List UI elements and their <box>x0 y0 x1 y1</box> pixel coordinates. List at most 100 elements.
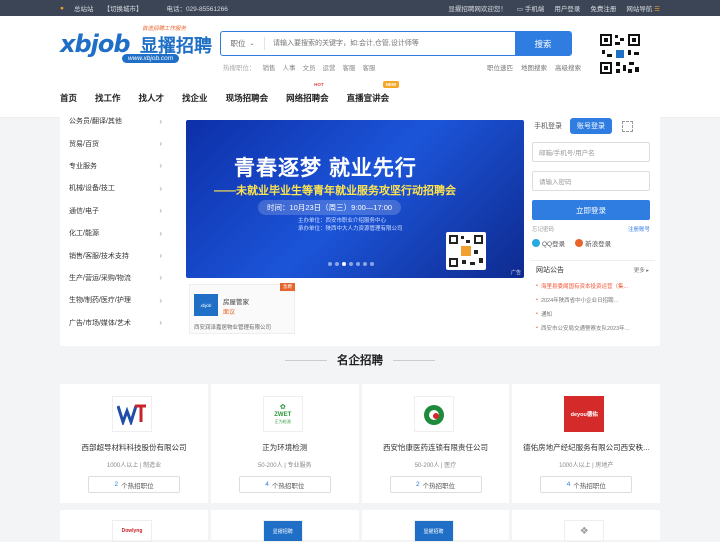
carousel-dot[interactable] <box>342 262 346 266</box>
hot-searches: 热搜职位： 销售 人事 文员 运营 客服 客服 <box>223 62 376 72</box>
forgot-password-link[interactable]: 忘记密码 <box>532 225 554 233</box>
company-card[interactable]: Dowlyng <box>60 510 208 542</box>
nav-home[interactable]: 首页 <box>60 92 77 104</box>
company-card[interactable]: deyou德佑 德佑房地产经纪服务有限公司西安秩... 1000人以上 | 房地… <box>512 384 660 503</box>
user-login-link[interactable]: 用户登录 <box>554 3 580 13</box>
category-item[interactable]: 机械/设备/技工 › <box>60 177 180 199</box>
free-register-link[interactable]: 免费注册 <box>590 3 616 13</box>
search-input[interactable] <box>265 32 515 55</box>
nav-live-talk[interactable]: 直播宣讲会 NEW <box>347 80 400 104</box>
company-name: 西部超导材料科技股份有限公司 <box>81 443 187 452</box>
register-link[interactable]: 注册账号 <box>628 225 650 233</box>
username-field[interactable]: 邮箱/手机号/用户名 <box>532 142 650 162</box>
category-item[interactable]: 通信/电子 › <box>60 200 180 222</box>
carousel-dot[interactable] <box>356 262 360 266</box>
current-site: 总站站 <box>73 6 94 13</box>
company-logo: ❖ <box>564 520 605 542</box>
search-button[interactable]: 搜索 <box>515 32 571 55</box>
company-card[interactable]: ❖ <box>512 510 660 542</box>
qr-login-icon[interactable] <box>622 120 633 132</box>
switch-city-link[interactable]: 【切换城市】 <box>103 3 142 13</box>
category-item[interactable]: 化工/能源 › <box>60 222 180 244</box>
category-item[interactable]: 公务员/翻译/其他 › <box>60 110 180 132</box>
company-logo: 显擢招聘 <box>413 520 454 542</box>
category-item[interactable]: 专业服务 › <box>60 155 180 177</box>
nav-online-fair[interactable]: 网络招聘会 HOT <box>286 82 329 104</box>
login-button[interactable]: 立即登录 <box>532 200 650 220</box>
nav-onsite-fair[interactable]: 现场招聘会 <box>226 92 269 104</box>
chevron-right-icon: › <box>159 318 162 328</box>
company-card[interactable]: 西部超导材料科技股份有限公司 1000人以上 | 制造业 2 个热招职位 <box>60 384 208 503</box>
category-item[interactable]: 贸易/百货 › <box>60 132 180 154</box>
nav-find-job[interactable]: 找工作 <box>95 92 121 104</box>
phone-text: 电话：029-85561266 <box>166 6 228 13</box>
notice-more-link[interactable]: 更多 ▸ <box>634 266 649 274</box>
hot-item[interactable]: 客服 <box>343 62 356 72</box>
site-nav-link[interactable]: 网站导航 ☰ <box>626 3 660 13</box>
search-category-select[interactable]: 职位 ⌄ <box>221 37 265 50</box>
category-item[interactable]: 广告/市场/媒体/艺术 › <box>60 312 180 334</box>
category-item[interactable]: 生物/制药/医疗/护理 › <box>60 289 180 311</box>
hot-jobs-button[interactable]: 4 个热招职位 <box>540 476 633 493</box>
category-item[interactable]: 生产/营运/采购/物流 › <box>60 267 180 289</box>
hero-banner[interactable]: 青春逐梦 就业先行 ——未就业毕业生等青年就业服务攻坚行动招聘会 时间：10月2… <box>186 120 524 278</box>
hot-item[interactable]: 人事 <box>283 62 296 72</box>
top-bar: ● 总站站 【切换城市】 电话：029-85561266 显擢招聘网欢迎您！ ▭… <box>0 0 720 16</box>
ad-label: 广告 <box>510 270 521 276</box>
company-card[interactable]: 显擢招聘 <box>210 510 359 542</box>
hot-badge: HOT <box>314 81 324 87</box>
hot-item[interactable]: 销售 <box>263 62 276 72</box>
site-logo[interactable]: 首选招聘工作服务 xbjob 显擢招聘 www.xbjob.com <box>60 24 212 66</box>
qq-login-link[interactable]: QQ登录 <box>532 238 565 248</box>
banner-host: 主办单位：西安市职业介绍服务中心 <box>298 218 387 224</box>
hot-item[interactable]: 运营 <box>323 62 336 72</box>
banner-time: 时间：10月23日（周三）9:00—17:00 <box>258 200 402 215</box>
company-logo <box>112 396 152 432</box>
company-card[interactable]: 西安怡康医药连锁有限责任公司 50-200人 | 医疗 2 个热招职位 <box>361 384 510 503</box>
company-card[interactable]: 显擢招聘 <box>361 510 510 542</box>
company-logo: Dowlyng <box>112 520 152 542</box>
menu-icon: ☰ <box>654 6 660 13</box>
carousel-dot[interactable] <box>328 262 332 266</box>
password-field[interactable]: 请输入密码 <box>532 171 650 191</box>
company-name: 西安润泽嘉居物业管理有限公司 <box>194 325 272 331</box>
qr-code-icon <box>449 235 483 267</box>
map-search-link[interactable]: 地图搜索 <box>521 62 547 72</box>
tab-account-login[interactable]: 账号登录 <box>570 118 612 134</box>
company-logo: 显擢招聘 <box>262 520 303 542</box>
nav-find-talent[interactable]: 找人才 <box>139 92 165 104</box>
tab-mobile-login[interactable]: 手机登录 <box>534 121 562 131</box>
urgent-job-card[interactable]: 急聘 xbjob 房屋管家 面议 西安润泽嘉居物业管理有限公司 <box>189 283 295 334</box>
banner-subtitle: ——未就业毕业生等青年就业服务攻坚行动招聘会 <box>214 185 456 197</box>
notice-item[interactable]: • 西安市公安局交通警察支队2023年... <box>530 321 655 335</box>
notice-item[interactable]: • 海里县委阁国有资本投资运营（集... <box>530 279 655 293</box>
carousel-dot[interactable] <box>363 262 367 266</box>
hot-item[interactable]: 客服 <box>363 62 376 72</box>
main-panel: 公务员/翻译/其他 › 贸易/百货 › 专业服务 › 机械/设备/技工 › 通信/电子 ›… <box>60 110 660 346</box>
notice-item[interactable]: • 通知 <box>530 307 655 321</box>
mobile-link[interactable]: ▭ 手机端 <box>517 3 544 13</box>
carousel-dot[interactable] <box>349 262 353 266</box>
hot-jobs-button[interactable]: 2 个热招职位 <box>389 476 482 493</box>
job-match-link[interactable]: 职位速匹 <box>487 62 513 72</box>
carousel-dot[interactable] <box>370 262 374 266</box>
header-links: 职位速匹 地图搜索 高级搜索 <box>487 62 581 72</box>
company-cards-row2: Dowlyng 显擢招聘 显擢招聘 ❖ <box>60 510 660 542</box>
chevron-right-icon: › <box>159 161 162 171</box>
advanced-search-link[interactable]: 高级搜索 <box>555 62 581 72</box>
urgent-badge: 急聘 <box>280 283 295 291</box>
company-card[interactable]: ✿ ZWET 正为检测 正为环境检测 50-200人 | 专业服务 4 个热招职位 <box>210 384 359 503</box>
hot-jobs-button[interactable]: 2 个热招职位 <box>88 476 180 493</box>
company-meta: 1000人以上 | 房地产 <box>559 463 614 469</box>
category-item[interactable]: 销售/客服/技术支持 › <box>60 244 180 266</box>
weibo-login-link[interactable]: 新浪登录 <box>575 238 611 248</box>
header: 首选招聘工作服务 xbjob 显擢招聘 www.xbjob.com 职位 ⌄ 搜… <box>0 16 720 78</box>
logo-tagline: 首选招聘工作服务 <box>142 26 187 32</box>
hot-item[interactable]: 文员 <box>303 62 316 72</box>
welcome-text: 显擢招聘网欢迎您！ <box>448 6 507 13</box>
nav-find-company[interactable]: 找企业 <box>182 92 208 104</box>
carousel-dot[interactable] <box>335 262 339 266</box>
chevron-down-icon: ⌄ <box>249 41 255 47</box>
hot-jobs-button[interactable]: 4 个热招职位 <box>238 476 331 493</box>
notice-item[interactable]: • 2024年陕西省中小企业日招聘... <box>530 293 655 307</box>
